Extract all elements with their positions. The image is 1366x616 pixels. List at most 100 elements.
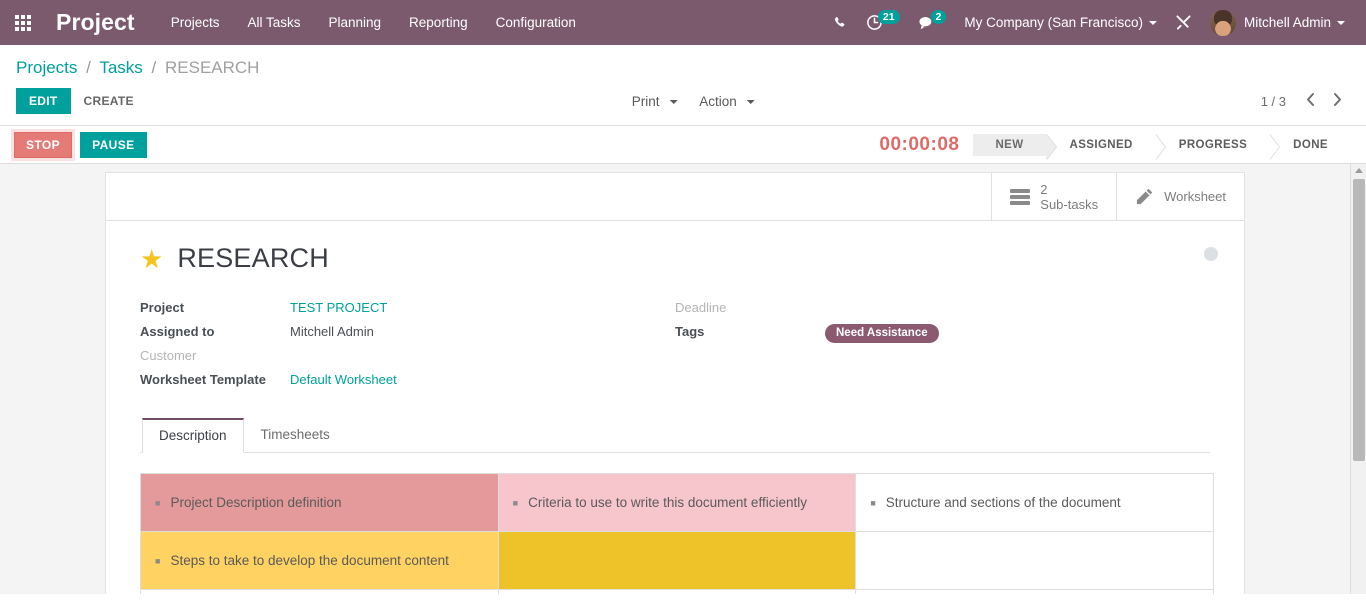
worksheet-stat-button[interactable]: Worksheet [1116, 173, 1244, 220]
messages-button[interactable]: 2 [909, 0, 956, 45]
table-cell-text: Criteria to use to write this document e… [528, 495, 807, 510]
stage-progress[interactable]: PROGRESS [1156, 133, 1281, 160]
edit-button[interactable]: EDIT [16, 88, 71, 114]
top-navbar: Project Projects All Tasks Planning Repo… [0, 0, 1366, 45]
description-table: ■ Project Description definition ■ Criteri… [140, 473, 1214, 594]
menu-item-reporting[interactable]: Reporting [395, 0, 482, 45]
tab-description[interactable]: Description [142, 418, 244, 453]
table-cell[interactable] [140, 589, 499, 594]
control-panel-dropdowns: Print Action [630, 90, 757, 113]
chevron-right-icon [1334, 93, 1341, 106]
field-deadline: Deadline [675, 300, 1210, 324]
bullet-icon: ■ [512, 498, 519, 509]
record-fields: Project TEST PROJECT Assigned to Mitchel… [140, 300, 1210, 396]
table-cell[interactable] [497, 589, 857, 594]
pager: 1 / 3 [1261, 92, 1350, 110]
sheet-body: ★ RESEARCH Project TEST PROJECT Assigned… [106, 221, 1244, 594]
menu-item-all-tasks[interactable]: All Tasks [233, 0, 314, 45]
table-cell[interactable]: ■ Structure and sections of the document [855, 473, 1214, 532]
company-name-label: My Company (San Francisco) [964, 15, 1143, 30]
fields-left-column: Project TEST PROJECT Assigned to Mitchel… [140, 300, 675, 396]
pause-timer-button[interactable]: PAUSE [80, 131, 147, 158]
table-cell[interactable] [855, 531, 1214, 590]
tab-timesheets[interactable]: Timesheets [244, 418, 347, 453]
messages-count-badge: 2 [930, 9, 947, 24]
action-dropdown[interactable]: Action [697, 90, 756, 113]
timer-display: 00:00:08 [879, 133, 960, 155]
action-label: Action [699, 93, 737, 109]
table-cell[interactable]: ■ Criteria to use to write this document … [497, 473, 857, 532]
avatar [1209, 9, 1236, 36]
phone-icon [834, 16, 845, 27]
scroll-thumb[interactable] [1353, 179, 1365, 461]
menu-item-planning[interactable]: Planning [315, 0, 396, 45]
apps-menu-button[interactable] [0, 0, 46, 45]
breadcrumb-item-current: RESEARCH [164, 58, 260, 77]
sub-tasks-stat-button[interactable]: 2 Sub-tasks [991, 173, 1117, 220]
table-row [140, 589, 1214, 594]
field-project: Project TEST PROJECT [140, 300, 675, 324]
chevron-down-icon [746, 99, 755, 104]
chevron-down-icon [669, 99, 678, 104]
field-value-assigned-to[interactable]: Mitchell Admin [290, 324, 374, 339]
stage-assigned[interactable]: ASSIGNED [1047, 133, 1167, 160]
table-cell-text: Project Description definition [170, 495, 342, 510]
table-row: ■ Steps to take to develop the document c… [140, 531, 1214, 590]
table-cell-text: Structure and sections of the document [885, 495, 1121, 510]
systray: 21 2 My Company (San Francisco) Mitchell… [823, 0, 1366, 45]
breadcrumb-separator: / [86, 58, 91, 77]
pager-previous-button[interactable] [1298, 92, 1323, 110]
grid-apps-icon [15, 14, 31, 31]
field-label-assigned-to: Assigned to [140, 324, 215, 339]
phone-button[interactable] [823, 0, 857, 45]
sub-tasks-count: 2 [1040, 181, 1048, 197]
kanban-state-dot[interactable] [1204, 247, 1218, 261]
sub-tasks-label: Sub-tasks [1040, 196, 1099, 212]
company-switcher[interactable]: My Company (San Francisco) [955, 0, 1166, 45]
table-cell[interactable]: ■ Project Description definition [140, 473, 499, 532]
menu-item-projects[interactable]: Projects [157, 0, 234, 45]
create-button[interactable]: CREATE [71, 88, 147, 114]
control-panel-actions: EDIT CREATE Print Action 1 / 3 [16, 85, 1350, 125]
field-worksheet-template: Worksheet Template Default Worksheet [140, 372, 675, 396]
timer-status-bar: STOP PAUSE 00:00:08 NEW ASSIGNED PROGRES… [0, 126, 1366, 164]
field-customer: Customer [140, 348, 675, 372]
breadcrumb-item-projects[interactable]: Projects [16, 58, 77, 77]
debug-menu-button[interactable] [1166, 0, 1201, 45]
bullet-icon: ■ [870, 498, 876, 509]
field-value-worksheet-template[interactable]: Default Worksheet [290, 372, 397, 387]
breadcrumb-separator: / [151, 58, 157, 77]
app-brand-name[interactable]: Project [46, 9, 157, 36]
notebook-tabs: Description Timesheets [140, 418, 1210, 453]
field-value-project[interactable]: TEST PROJECT [290, 300, 387, 315]
activities-button[interactable]: 21 [857, 0, 909, 45]
table-row: ■ Project Description definition ■ Criteri… [140, 473, 1214, 532]
stop-timer-button[interactable]: STOP [14, 131, 73, 158]
scroll-up-arrow-icon[interactable] [1354, 168, 1363, 173]
user-name-label: Mitchell Admin [1243, 15, 1331, 30]
table-cell[interactable] [855, 589, 1214, 594]
bullet-icon: ■ [155, 556, 161, 567]
field-label-customer: Customer [140, 348, 197, 363]
breadcrumb-item-tasks[interactable]: Tasks [99, 58, 142, 77]
record-sheet: 2 Sub-tasks Worksheet ★ RESEARCH Project… [105, 172, 1245, 594]
vertical-scrollbar[interactable] [1350, 164, 1366, 594]
pager-next-button[interactable] [1325, 92, 1350, 110]
table-cell-text: Steps to take to develop the document co… [170, 553, 449, 568]
user-menu-button[interactable]: Mitchell Admin [1201, 0, 1354, 45]
table-cell[interactable]: ■ Steps to take to develop the document c… [140, 531, 499, 590]
chevron-down-icon [1148, 20, 1157, 25]
pencil-icon [1136, 188, 1153, 205]
menu-item-configuration[interactable]: Configuration [482, 0, 590, 45]
print-dropdown[interactable]: Print [630, 90, 680, 113]
record-title-row: ★ RESEARCH [140, 243, 1210, 274]
fields-right-column: Deadline Tags Need Assistance [675, 300, 1210, 396]
table-cell[interactable] [497, 531, 857, 590]
stage-new[interactable]: NEW [973, 133, 1057, 160]
stage-done[interactable]: DONE [1271, 133, 1350, 156]
notebook: Description Timesheets ■ Project Descript… [140, 418, 1214, 594]
star-filled-icon[interactable]: ★ [140, 246, 163, 272]
worksheet-label: Worksheet [1164, 189, 1226, 204]
field-label-tags: Tags [675, 324, 705, 339]
status-badge[interactable]: Need Assistance [825, 324, 939, 343]
